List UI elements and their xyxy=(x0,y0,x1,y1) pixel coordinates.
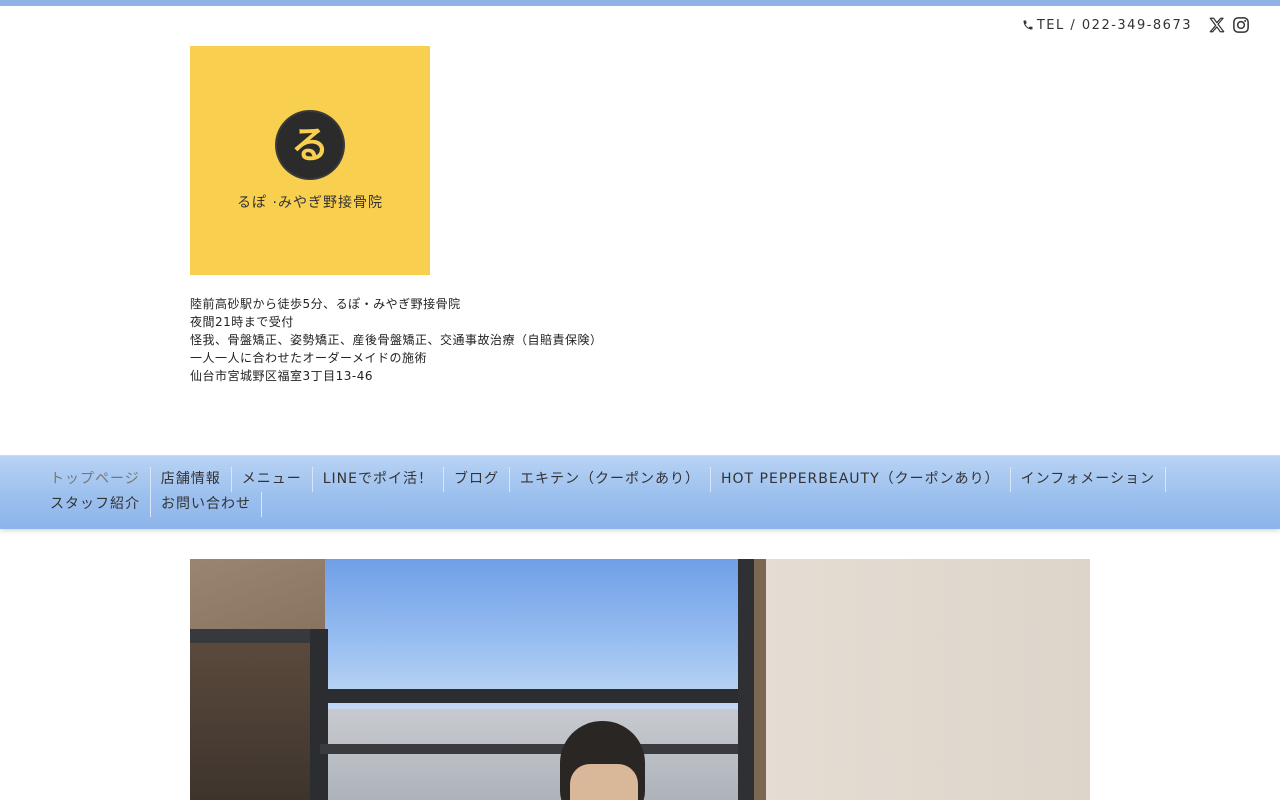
nav-item-ekiten[interactable]: エキテン（クーポンあり） xyxy=(510,467,711,492)
tel-text: TEL / 022-349-8673 xyxy=(1036,17,1192,33)
instagram-icon[interactable] xyxy=(1232,16,1250,34)
social-links xyxy=(1208,16,1250,34)
nav-list: トップページ 店舗情報 メニュー LINEでポイ活！ ブログ エキテン（クーポン… xyxy=(40,467,1240,517)
description-line: 一人一人に合わせたオーダーメイドの施術 xyxy=(190,351,428,365)
description-line: 怪我、骨盤矯正、姿勢矯正、産後骨盤矯正、交通事故治療（自賠責保険） xyxy=(190,333,603,347)
site-logo[interactable]: る るぽ ·みやぎ野接骨院 xyxy=(190,46,430,275)
description-line: 夜間21時まで受付 xyxy=(190,315,294,329)
x-icon[interactable] xyxy=(1208,16,1226,34)
nav-item-shop-info[interactable]: 店舗情報 xyxy=(151,467,232,492)
nav-item-blog[interactable]: ブログ xyxy=(444,467,510,492)
nav-item-hotpepper[interactable]: HOT PEPPERBEAUTY（クーポンあり） xyxy=(711,467,1011,492)
nav-item-contact[interactable]: お問い合わせ xyxy=(151,492,262,517)
logo-mark: る xyxy=(277,112,343,178)
global-nav: トップページ 店舗情報 メニュー LINEでポイ活！ ブログ エキテン（クーポン… xyxy=(0,455,1280,529)
nav-item-staff[interactable]: スタッフ紹介 xyxy=(40,492,151,517)
nav-item-top[interactable]: トップページ xyxy=(40,467,151,492)
phone-icon xyxy=(1023,20,1033,30)
nav-item-menu[interactable]: メニュー xyxy=(232,467,313,492)
top-accent-strip xyxy=(0,0,1280,6)
site-description: 陸前高砂駅から徒歩5分、るぽ・みやぎ野接骨院 夜間21時まで受付 怪我、骨盤矯正… xyxy=(190,295,790,385)
header-contact: TEL / 022-349-8673 xyxy=(1022,16,1250,34)
logo-text: るぽ ·みやぎ野接骨院 xyxy=(237,195,383,211)
tel-link[interactable]: TEL / 022-349-8673 xyxy=(1022,18,1192,33)
hero-photo xyxy=(190,559,1090,800)
nav-item-information[interactable]: インフォメーション xyxy=(1011,467,1166,492)
nav-item-line[interactable]: LINEでポイ活！ xyxy=(313,467,444,492)
description-line: 陸前高砂駅から徒歩5分、るぽ・みやぎ野接骨院 xyxy=(190,297,461,311)
description-line: 仙台市宮城野区福室3丁目13-46 xyxy=(190,369,374,383)
